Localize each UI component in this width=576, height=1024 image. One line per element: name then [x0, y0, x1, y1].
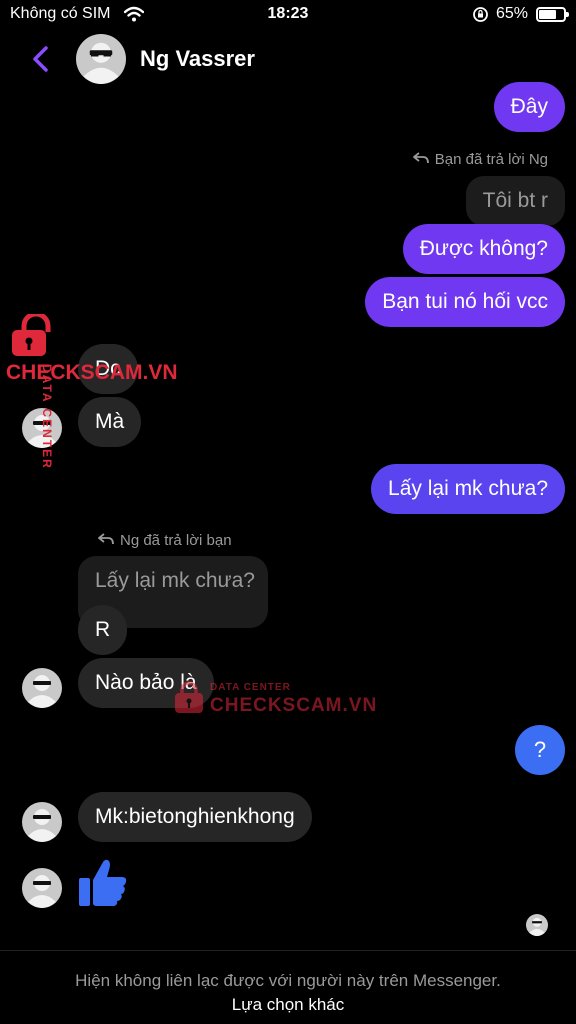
- outgoing-message[interactable]: Đây: [493, 82, 565, 132]
- padlock-icon: [8, 311, 64, 363]
- avatar[interactable]: [76, 34, 126, 84]
- chat-header: Ng Vassrer: [0, 30, 576, 90]
- status-bar: Không có SIM 18:23 65%: [0, 0, 576, 30]
- clock: 18:23: [267, 5, 309, 22]
- reply-icon: [412, 151, 429, 168]
- watermark-vertical: CHECKSCAM.VN DATA CENTER: [4, 311, 178, 562]
- watermark-brand: CHECKSCAM.VN: [6, 362, 178, 384]
- outgoing-message[interactable]: Lấy lại mk chưa?: [371, 464, 565, 514]
- battery-percent: 65%: [496, 5, 529, 22]
- rotation-lock-icon: [472, 6, 489, 28]
- reply-indicator-text: Ng đã trả lời bạn: [120, 532, 232, 549]
- incoming-message[interactable]: Mà: [78, 397, 142, 447]
- incoming-message[interactable]: R: [78, 605, 128, 655]
- avatar[interactable]: [22, 668, 62, 708]
- watermark-tagline: DATA CENTER: [210, 682, 291, 693]
- reply-indicator: Ng đã trả lời bạn: [98, 532, 232, 549]
- padlock-icon: [172, 680, 206, 719]
- reply-indicator: Bạn đã trả lời Ng: [412, 151, 548, 168]
- seen-avatar: [526, 914, 548, 936]
- contact-name[interactable]: Ng Vassrer: [140, 46, 255, 72]
- other-options-button[interactable]: Lựa chọn khác: [0, 995, 576, 1015]
- watermark-tagline: DATA CENTER: [40, 364, 54, 470]
- quoted-message[interactable]: Tôi bt r: [465, 176, 565, 226]
- reply-indicator-text: Bạn đã trả lời Ng: [434, 151, 548, 168]
- outgoing-message[interactable]: Bạn tui nó hối vcc: [365, 277, 565, 327]
- watermark-brand: CHECKSCAM.VN: [210, 695, 378, 716]
- thumbs-up-icon[interactable]: [76, 856, 130, 910]
- unavailable-footer: Hiện không liên lạc được với người này t…: [0, 950, 576, 1024]
- outgoing-message[interactable]: ?: [515, 725, 565, 775]
- back-button[interactable]: [26, 40, 56, 78]
- outgoing-message[interactable]: Được không?: [402, 224, 565, 274]
- reply-icon: [98, 532, 114, 549]
- battery-icon: [536, 7, 569, 22]
- avatar[interactable]: [22, 802, 62, 842]
- incoming-message[interactable]: Mk:bietonghienkhong: [78, 792, 312, 842]
- unavailable-notice: Hiện không liên lạc được với người này t…: [75, 971, 501, 990]
- avatar[interactable]: [22, 868, 62, 908]
